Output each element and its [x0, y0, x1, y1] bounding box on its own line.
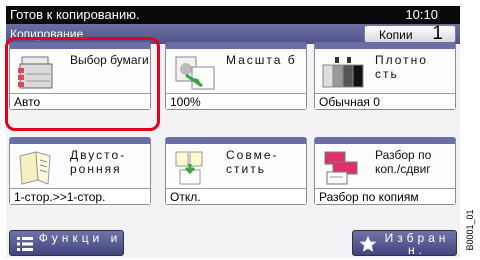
- tile-label: Масшта б: [226, 53, 297, 67]
- tile-label: Разбор по коп./сдвиг: [375, 148, 432, 176]
- duplex-button[interactable]: Двусто- ронняя 1-стор.>>1-стор.: [9, 137, 151, 205]
- list-icon: [17, 237, 33, 251]
- tile-label: Двусто- ронняя: [70, 148, 127, 176]
- tile-value: Откл.: [166, 188, 306, 204]
- image-code: B0001_01: [463, 200, 477, 260]
- combine-icon: [175, 151, 203, 185]
- status-message: Готов к копированию.: [10, 7, 140, 22]
- collate-button[interactable]: Разбор по коп./сдвиг Разбор по копиям: [314, 137, 456, 205]
- functions-label: Функци и: [38, 231, 122, 245]
- tile-value: 1-стор.>>1-стор.: [10, 188, 150, 204]
- duplex-icon: [19, 151, 51, 185]
- status-time: 10:10: [405, 7, 438, 22]
- favorites-label: Избран н.: [384, 231, 450, 257]
- copies-label: Копии: [379, 28, 413, 42]
- density-icon: [322, 57, 364, 88]
- zoom-icon: [175, 56, 215, 90]
- tile-label: Совме- стить: [226, 148, 279, 176]
- star-icon: [359, 235, 377, 253]
- density-button[interactable]: Плотно сть Обычная 0: [314, 42, 456, 110]
- selection-highlight: [5, 37, 160, 131]
- tile-value: Обычная 0: [315, 93, 455, 109]
- combine-button[interactable]: Совме- стить Откл.: [165, 137, 307, 205]
- copies-button[interactable]: Копии 1: [364, 23, 456, 44]
- zoom-button[interactable]: Масшта б 100%: [165, 42, 307, 110]
- functions-button[interactable]: Функци и: [9, 230, 124, 256]
- favorites-button[interactable]: Избран н.: [352, 230, 457, 256]
- tile-value: 100%: [166, 93, 306, 109]
- image-code-text: B0001_01: [465, 209, 475, 251]
- status-bar: Готов к копированию. 10:10: [6, 6, 460, 24]
- collate-icon: [324, 151, 358, 185]
- tile-label: Плотно сть: [375, 53, 428, 81]
- tile-value: Разбор по копиям: [315, 188, 455, 204]
